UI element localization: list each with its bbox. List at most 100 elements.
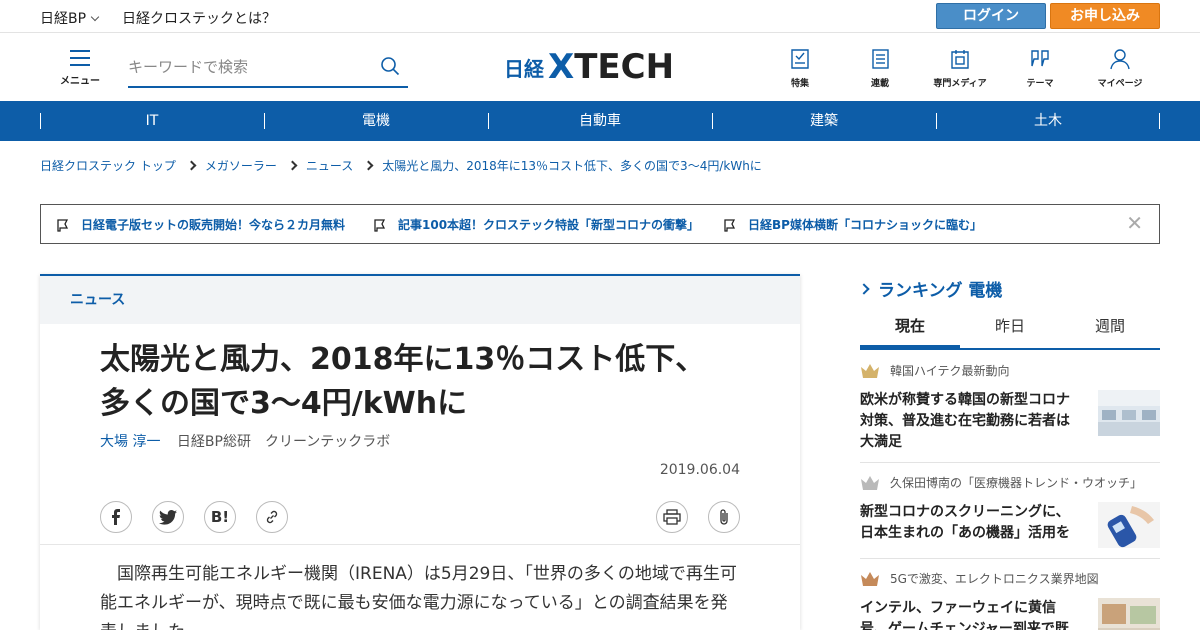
ranking-item[interactable]: 5Gで激変、エレクトロニクス業界地図 インテル、ファーウェイに黄信号、ゲームチェ… — [860, 570, 1160, 630]
menu-label: メニュー — [60, 76, 100, 87]
notice-text: 日経電子版セットの販売開始！今なら２カ月無料 — [81, 218, 346, 232]
ranking-thumbnail[interactable] — [1098, 390, 1160, 436]
article-kind[interactable]: ニュース — [40, 276, 800, 324]
search-box — [128, 52, 408, 88]
chevron-right-icon — [186, 160, 197, 171]
notice-flag-icon — [724, 218, 736, 232]
nav-theme-label: テーマ — [1026, 79, 1054, 89]
search-icon[interactable] — [380, 56, 400, 76]
tab-weekly[interactable]: 週間 — [1060, 310, 1160, 348]
logo-wordmark: XTECH — [548, 47, 674, 87]
ranking-source: 韓国ハイテク最新動向 — [860, 362, 1160, 379]
notice-item[interactable]: 記事100本超！クロステック特設「新型コロナの衝撃」 — [374, 216, 699, 233]
tab-yesterday[interactable]: 昨日 — [960, 310, 1060, 348]
ranking-title-link[interactable]: 新型コロナのスクリーニングに、日本生まれの「あの機器」活用を — [860, 502, 1080, 544]
nav-media[interactable]: 専門メディア — [930, 48, 990, 89]
ranking-divider — [860, 462, 1160, 463]
ranking-tabs: 現在 昨日 週間 — [860, 310, 1160, 350]
article-card: ニュース 太陽光と風力、2018年に13％コスト低下、 多くの国で3～4円/kW… — [40, 274, 800, 630]
notice-flag-icon — [57, 218, 69, 232]
breadcrumb-megasolar[interactable]: メガソーラー — [205, 157, 277, 174]
logo-main: TECH — [574, 47, 675, 87]
category-it[interactable]: IT — [40, 101, 264, 141]
notice-item[interactable]: 日経電子版セットの販売開始！今なら２カ月無料 — [57, 216, 345, 233]
ranking-title-text: ランキング 電機 — [878, 281, 1003, 301]
nikkei-bp-dropdown[interactable]: 日経BP — [40, 8, 100, 28]
login-button[interactable]: ログイン — [936, 3, 1046, 29]
signup-button[interactable]: お申し込み — [1050, 3, 1160, 29]
crown-silver-icon — [861, 475, 879, 490]
nav-series[interactable]: 連載 — [850, 48, 910, 89]
ranking-title-link[interactable]: インテル、ファーウェイに黄信号、ゲームチェンジャー到来で既 — [860, 598, 1080, 630]
logo-prefix: 日経 — [504, 56, 544, 81]
author-link[interactable]: 大場 淳一 — [100, 434, 160, 450]
breadcrumb-current[interactable]: 太陽光と風力、2018年に13％コスト低下、多くの国で3～4円/kWhに — [382, 157, 762, 174]
category-architecture[interactable]: 建築 — [712, 101, 936, 141]
ranking-thumbnail[interactable] — [1098, 502, 1160, 548]
breadcrumb-news[interactable]: ニュース — [306, 157, 353, 174]
nav-series-label: 連載 — [870, 79, 889, 89]
series-icon — [872, 49, 889, 69]
nav-theme[interactable]: テーマ — [1010, 48, 1070, 89]
notice-text: 記事100本超！クロステック特設「新型コロナの衝撃」 — [398, 218, 700, 232]
feature-icon — [791, 49, 809, 69]
tab-now[interactable]: 現在 — [860, 310, 960, 348]
hatena-bookmark-icon[interactable]: B! — [204, 501, 236, 533]
logo-x: X — [548, 47, 575, 87]
ranking-source-text: 5Gで激変、エレクトロニクス業界地図 — [890, 572, 1099, 586]
ranking-source: 久保田博南の「医療機器トレンド・ウオッチ」 — [860, 474, 1160, 491]
notice-flag-icon — [374, 218, 386, 232]
link-icon[interactable] — [256, 501, 288, 533]
ranking-divider — [860, 558, 1160, 559]
clip-icon[interactable] — [708, 501, 740, 533]
nav-feature[interactable]: 特集 — [770, 48, 830, 89]
theme-icon — [1031, 50, 1049, 67]
article-title: 太陽光と風力、2018年に13％コスト低下、 多くの国で3～4円/kWhに — [100, 338, 740, 426]
category-electronics[interactable]: 電機 — [264, 101, 488, 141]
twitter-icon[interactable] — [152, 501, 184, 533]
site-logo[interactable]: 日経 XTECH — [504, 47, 674, 87]
article-title-line1: 太陽光と風力、2018年に13％コスト低下、 — [100, 342, 706, 377]
nav-media-label: 専門メディア — [933, 79, 987, 89]
article-divider — [40, 544, 800, 545]
chevron-down-icon — [90, 12, 100, 21]
nikkei-bp-link[interactable]: 日経BP — [40, 8, 86, 28]
breadcrumb: 日経クロステック トップ メガソーラー ニュース 太陽光と風力、2018年に13… — [40, 157, 762, 174]
byline: 大場 淳一 日経BP総研 クリーンテックラボ — [100, 431, 390, 451]
chevron-right-icon — [287, 160, 298, 171]
ranking-thumbnail[interactable] — [1098, 598, 1160, 630]
facebook-icon[interactable] — [100, 501, 132, 533]
ranking-source: 5Gで激変、エレクトロニクス業界地図 — [860, 570, 1160, 587]
article-body: 国際再生可能エネルギー機関（IRENA）は5月29日、「世界の多くの地域で再生可… — [100, 564, 737, 630]
author-affiliation: 日経BP総研 クリーンテックラボ — [176, 434, 391, 450]
media-icon — [951, 50, 969, 69]
category-automotive[interactable]: 自動車 — [488, 101, 712, 141]
chevron-right-icon — [363, 160, 374, 171]
ranking-item[interactable]: 韓国ハイテク最新動向 欧米が称賛する韓国の新型コロナ対策、普及進む在宅勤務に若者… — [860, 362, 1160, 450]
ranking-source-text: 韓国ハイテク最新動向 — [890, 364, 1010, 378]
user-icon — [1110, 49, 1130, 70]
ranking-item[interactable]: 久保田博南の「医療機器トレンド・ウオッチ」 新型コロナのスクリーニングに、日本生… — [860, 474, 1160, 548]
ranking-title-link[interactable]: 欧米が称賛する韓国の新型コロナ対策、普及進む在宅勤務に若者は大満足 — [860, 390, 1080, 453]
close-icon[interactable]: ✕ — [1126, 213, 1143, 233]
notice-bar: 日経電子版セットの販売開始！今なら２カ月無料 記事100本超！クロステック特設「… — [40, 204, 1160, 244]
about-link[interactable]: 日経クロステックとは？ — [122, 8, 276, 28]
crown-bronze-icon — [861, 571, 879, 586]
notice-item[interactable]: 日経BP媒体横断「コロナショックに臨む」 — [724, 216, 982, 233]
hamburger-icon — [70, 50, 90, 66]
breadcrumb-top[interactable]: 日経クロステック トップ — [40, 157, 176, 174]
article-title-line2: 多くの国で3～4円/kWhに — [100, 386, 468, 421]
print-icon[interactable] — [656, 501, 688, 533]
notice-text: 日経BP媒体横断「コロナショックに臨む」 — [748, 218, 982, 232]
category-civil[interactable]: 土木 — [936, 101, 1160, 141]
category-nav: IT 電機 自動車 建築 土木 — [0, 101, 1200, 141]
crown-gold-icon — [861, 363, 879, 378]
search-input[interactable] — [128, 52, 368, 82]
nav-mypage-label: マイページ — [1097, 79, 1143, 89]
chevron-right-icon — [858, 282, 870, 295]
publish-date: 2019.06.04 — [659, 462, 740, 478]
nav-mypage[interactable]: マイページ — [1090, 48, 1150, 89]
nav-feature-label: 特集 — [790, 79, 809, 89]
menu-button[interactable]: メニュー — [58, 50, 102, 87]
category-divider — [1159, 113, 1160, 129]
